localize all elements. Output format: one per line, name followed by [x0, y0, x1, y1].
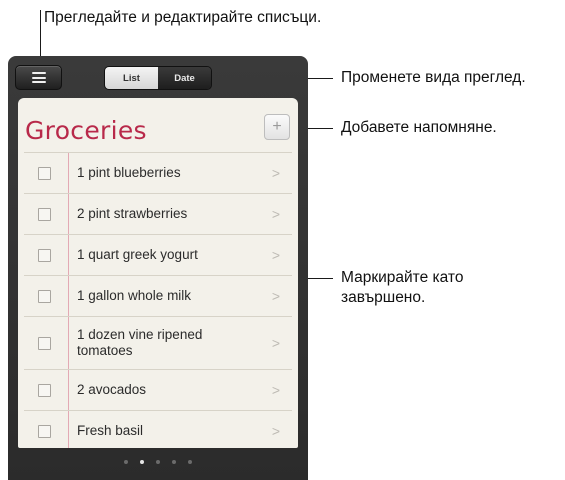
hamburger-icon [31, 72, 46, 83]
list-paper: Groceries + 1 pint blueberries > 2 pint … [18, 98, 298, 448]
page-dot[interactable] [188, 460, 192, 464]
lists-menu-button[interactable] [15, 65, 62, 90]
callout-view: Променете вида преглед. [341, 69, 526, 86]
item-label: Fresh basil [77, 422, 144, 438]
checkbox[interactable] [38, 424, 51, 438]
chevron-right-icon[interactable]: > [272, 206, 280, 222]
callout-lists: Прегледайте и редактирайте списъци. [44, 9, 322, 26]
checkbox[interactable] [38, 384, 51, 397]
chevron-right-icon[interactable]: > [272, 247, 280, 263]
page-dot[interactable] [124, 460, 128, 464]
tab-list[interactable]: List [105, 67, 158, 89]
list-item[interactable]: 2 pint strawberries > [24, 193, 292, 234]
checkbox[interactable] [38, 337, 51, 350]
chevron-right-icon[interactable]: > [272, 335, 280, 351]
list-item[interactable]: 1 quart greek yogurt > [24, 234, 292, 275]
callout-add: Добавете напомняне. [341, 119, 497, 136]
list-item[interactable]: 2 avocados > [24, 369, 292, 410]
view-segmented-control[interactable]: List Date [104, 66, 212, 90]
chevron-right-icon[interactable]: > [272, 423, 280, 439]
list-item[interactable]: 1 gallon whole milk > [24, 275, 292, 316]
callout-mark: Маркирайте като завършено. [341, 269, 464, 306]
page-dot[interactable] [156, 460, 160, 464]
plus-icon: + [272, 118, 282, 135]
page-dot-current[interactable] [140, 460, 144, 464]
item-label: 1 quart greek yogurt [77, 247, 198, 262]
checkbox[interactable] [38, 208, 51, 221]
item-label: 2 avocados [77, 382, 147, 397]
item-label: 1 dozen vine ripened tomatoes [77, 327, 203, 358]
reminders-app: List Date Groceries + 1 pint blueberries… [8, 56, 308, 480]
checkbox[interactable] [38, 167, 51, 180]
page-indicator[interactable] [8, 460, 308, 464]
chevron-right-icon[interactable]: > [272, 165, 280, 181]
page-dot[interactable] [172, 460, 176, 464]
tab-date[interactable]: Date [158, 67, 211, 89]
list-item[interactable]: 1 dozen vine ripened tomatoes > [24, 316, 292, 369]
chevron-right-icon[interactable]: > [272, 382, 280, 398]
list-title: Groceries [25, 116, 147, 145]
item-label: 1 pint blueberries [77, 165, 181, 180]
chevron-right-icon[interactable]: > [272, 288, 280, 304]
checkbox[interactable] [38, 290, 51, 303]
add-reminder-button[interactable]: + [264, 114, 290, 140]
list-item[interactable]: 1 pint blueberries > [24, 152, 292, 193]
reminder-list: 1 pint blueberries > 2 pint strawberries… [24, 152, 292, 448]
item-label: 2 pint strawberries [77, 206, 188, 221]
list-item[interactable]: Fresh basil > [24, 410, 292, 448]
item-label: 1 gallon whole milk [77, 288, 192, 303]
checkbox[interactable] [38, 249, 51, 262]
